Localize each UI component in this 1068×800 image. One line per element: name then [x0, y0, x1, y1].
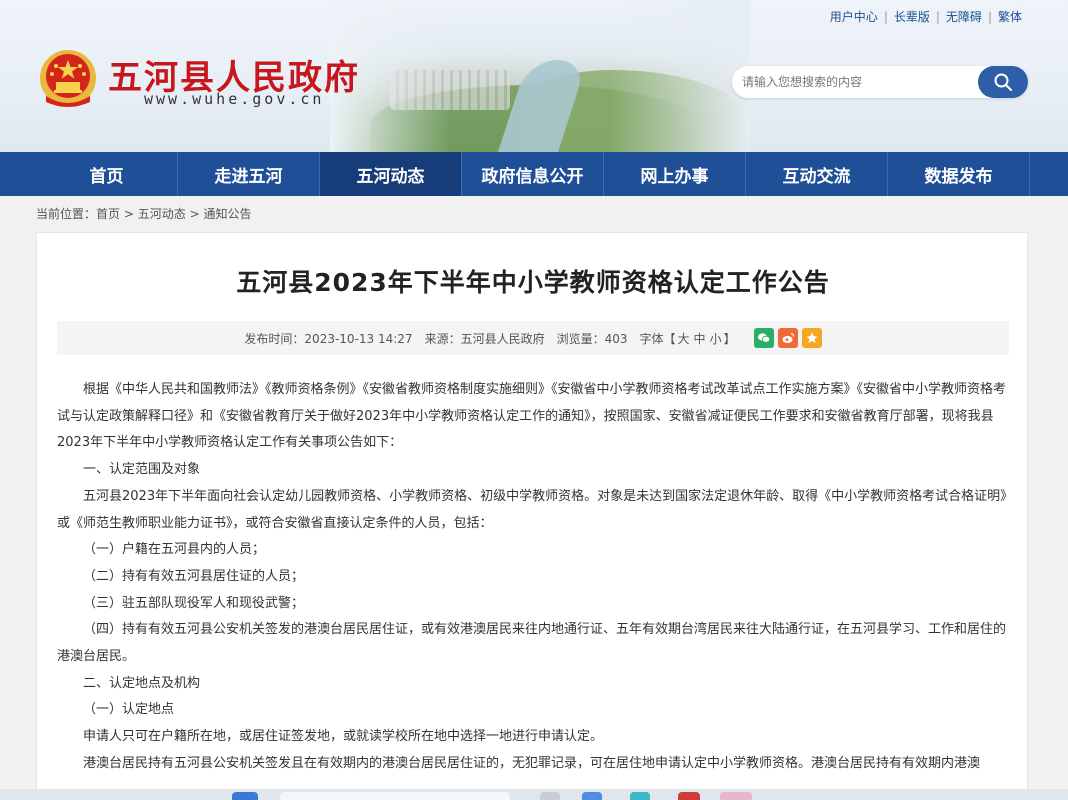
taskbar-search-box[interactable]: [280, 792, 510, 800]
accessibility-link[interactable]: 无障碍: [946, 10, 982, 24]
breadcrumb-sep: >: [123, 207, 134, 221]
taskbar-app-icon[interactable]: [678, 792, 700, 800]
nav-item-news[interactable]: 五河动态: [320, 152, 462, 196]
taskbar-app-icon[interactable]: [630, 792, 650, 800]
paragraph: 根据《中华人民共和国教师法》《教师资格条例》《安徽省教师资格制度实施细则》《安徽…: [57, 382, 1007, 451]
list-item: （四）持有有效五河县公安机关签发的港澳台居民居住证，或有效港澳居民来往内地通行证…: [57, 622, 1007, 665]
national-emblem-icon: [40, 50, 96, 107]
main-nav: 首页 走进五河 五河动态 政府信息公开 网上办事 互动交流 数据发布: [0, 152, 1068, 196]
section-heading: 二、认定地点及机构: [83, 675, 201, 691]
paragraph: 申请人只可在户籍所在地，或居住证签发地，或就读学校所在地中选择一地进行申请认定。: [83, 729, 604, 745]
header-scenery-image: [330, 0, 750, 152]
article-panel: 五河县2023年下半年中小学教师资格认定工作公告 发布时间：2023-10-13…: [36, 232, 1028, 800]
article-source: 来源：五河县人民政府: [424, 331, 545, 346]
font-size-switcher: 字体【大中小】: [639, 331, 736, 346]
site-header: 五河县人民政府 www.wuhe.gov.cn 用户中心 | 长辈版 | 无障碍 | 繁体: [0, 0, 1068, 152]
font-large-button[interactable]: 大: [678, 332, 690, 346]
breadcrumb-home[interactable]: 首页: [96, 207, 120, 221]
nav-item-home[interactable]: 首页: [36, 152, 178, 196]
search-box: [732, 66, 1028, 98]
weibo-share-icon[interactable]: [777, 328, 798, 348]
traditional-chinese-link[interactable]: 繁体: [998, 10, 1022, 24]
nav-item-online-services[interactable]: 网上办事: [604, 152, 746, 196]
favorite-star-icon[interactable]: [801, 328, 822, 348]
user-center-link[interactable]: 用户中心: [830, 10, 878, 24]
article-meta: 发布时间：2023-10-13 14:27 来源：五河县人民政府 浏览量：403…: [57, 321, 1009, 355]
taskbar-app-icon[interactable]: [582, 792, 602, 800]
paragraph: 港澳台居民持有五河县公安机关签发且在有效期内的港澳台居民居住证的，无犯罪记录，可…: [83, 755, 981, 771]
paragraph: 五河县2023年下半年面向社会认定幼儿园教师资格、小学教师资格、初级中学教师资格…: [57, 488, 1007, 531]
taskbar-app-icon[interactable]: [540, 792, 560, 800]
wechat-share-icon[interactable]: [753, 328, 774, 348]
search-input[interactable]: [732, 66, 972, 98]
breadcrumb-news[interactable]: 五河动态: [138, 207, 186, 221]
nav-item-gov-info[interactable]: 政府信息公开: [462, 152, 604, 196]
site-domain: www.wuhe.gov.cn: [144, 90, 325, 108]
list-item: （二）持有有效五河县居住证的人员；: [83, 568, 305, 584]
search-icon: [994, 73, 1013, 92]
breadcrumb-notices[interactable]: 通知公告: [203, 207, 251, 221]
font-small-button[interactable]: 小: [710, 332, 722, 346]
article-title: 五河县2023年下半年中小学教师资格认定工作公告: [236, 268, 830, 297]
breadcrumb-label: 当前位置：: [36, 207, 97, 221]
elder-version-link[interactable]: 长辈版: [894, 10, 930, 24]
subsection-heading: （一）认定地点: [83, 702, 175, 718]
section-heading: 一、认定范围及对象: [83, 462, 201, 478]
view-count: 浏览量：403: [556, 331, 628, 346]
start-icon[interactable]: [232, 792, 258, 800]
search-button[interactable]: [978, 66, 1028, 98]
nav-item-data-release[interactable]: 数据发布: [888, 152, 1030, 196]
list-item: （一）户籍在五河县内的人员；: [83, 542, 266, 558]
list-item: （三）驻五部队现役军人和现役武警；: [83, 595, 305, 611]
nav-item-about[interactable]: 走进五河: [178, 152, 320, 196]
font-medium-button[interactable]: 中: [694, 332, 706, 346]
breadcrumb-sep: >: [189, 207, 200, 221]
top-links: 用户中心 | 长辈版 | 无障碍 | 繁体: [829, 10, 1022, 24]
breadcrumb: 当前位置：首页 > 五河动态 > 通知公告: [36, 205, 252, 222]
publish-time: 发布时间：2023-10-13 14:27: [244, 331, 413, 346]
article-body: 根据《中华人民共和国教师法》《教师资格条例》《安徽省教师资格制度实施细则》《安徽…: [57, 377, 1009, 778]
os-taskbar: [0, 789, 1068, 800]
taskbar-app-icon[interactable]: [720, 792, 752, 800]
nav-item-interaction[interactable]: 互动交流: [746, 152, 888, 196]
share-buttons: [753, 328, 822, 348]
